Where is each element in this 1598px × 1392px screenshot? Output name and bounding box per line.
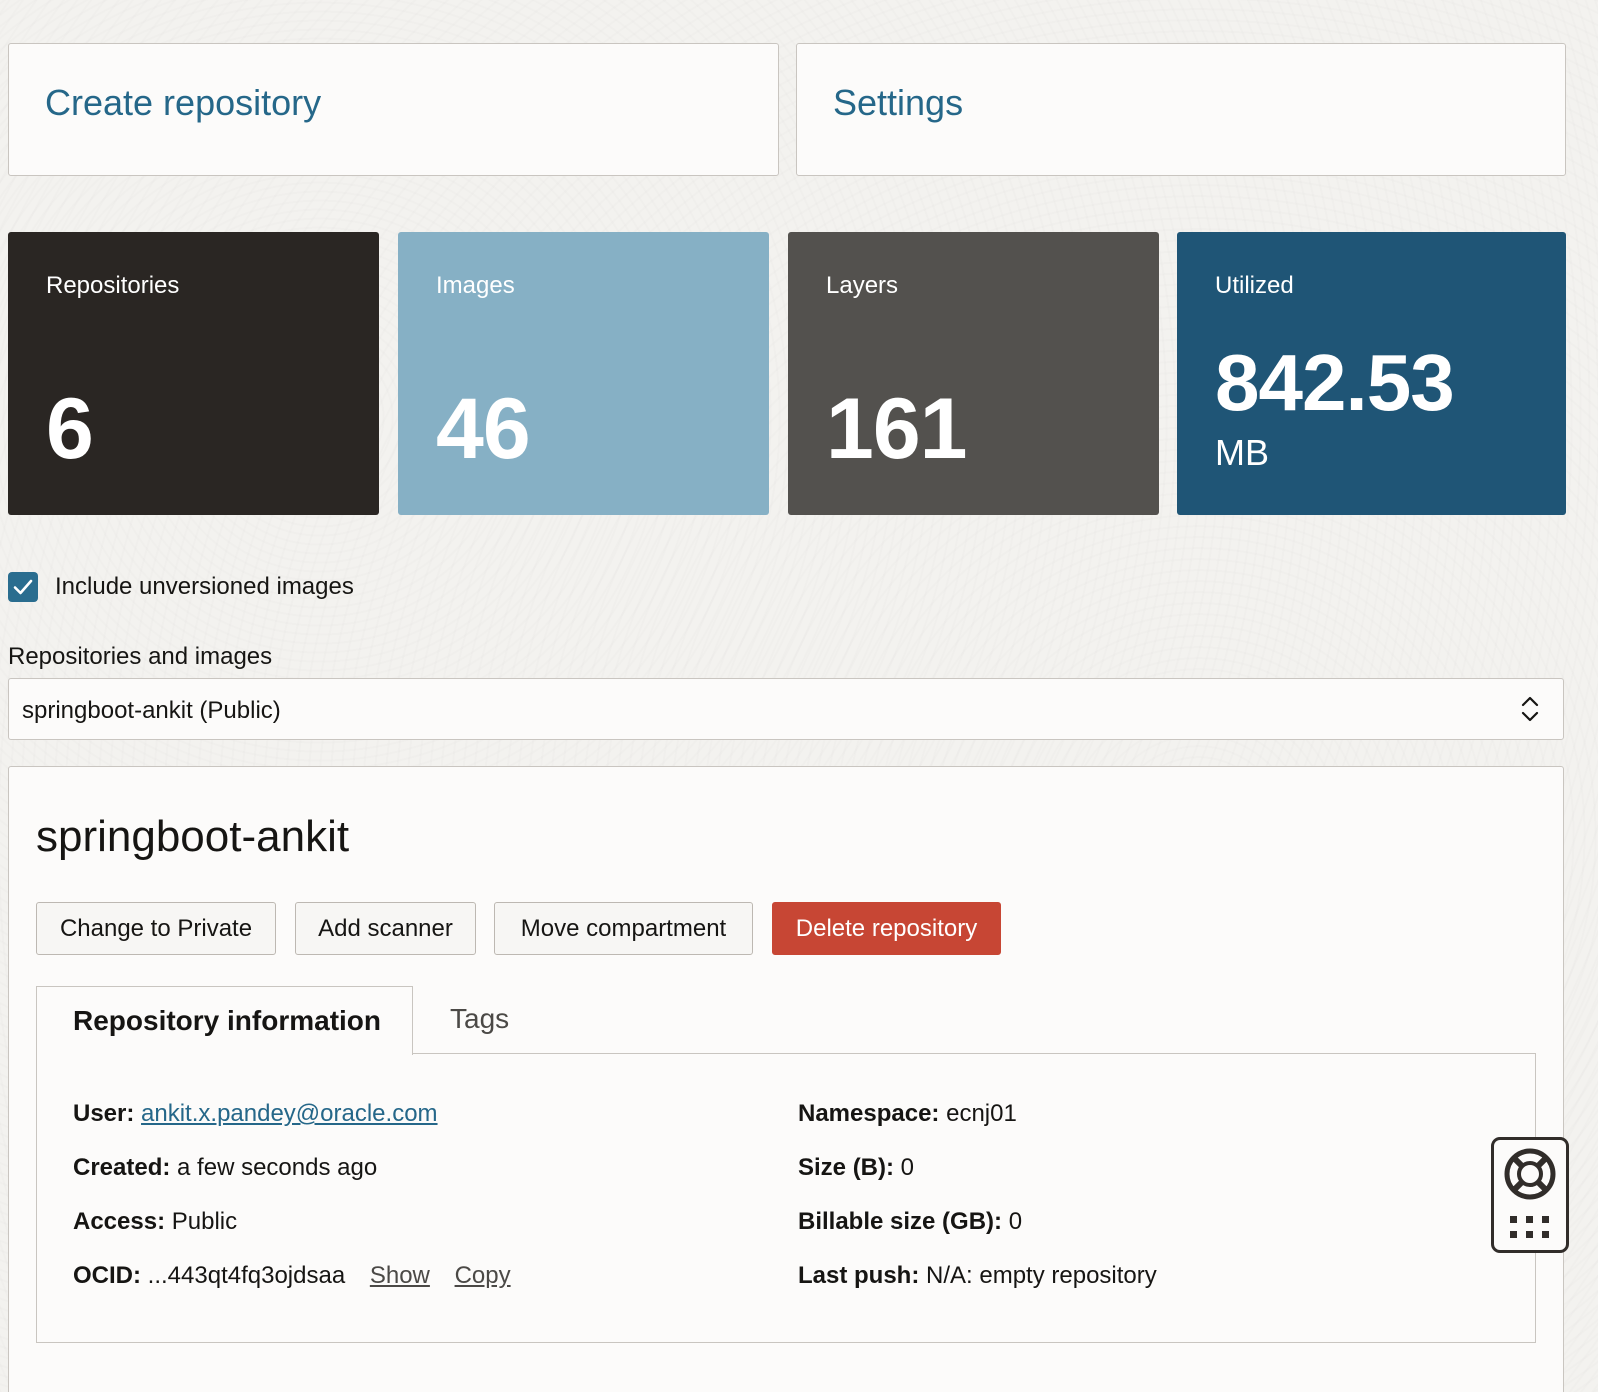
repositories-select-label: Repositories and images — [8, 643, 273, 670]
chevron-up-down-icon — [1519, 693, 1541, 730]
repositories-tile: Repositories 6 — [8, 232, 379, 515]
ocid-row: OCID: ...443qt4fq3ojdsaa Show Copy — [73, 1262, 511, 1290]
tab-repository-information[interactable]: Repository information — [36, 986, 413, 1055]
namespace-label: Namespace: — [798, 1100, 940, 1127]
user-email-link[interactable]: ankit.x.pandey@oracle.com — [141, 1100, 438, 1127]
create-repository-link[interactable]: Create repository — [45, 82, 321, 124]
create-repository-card[interactable]: Create repository — [8, 43, 779, 176]
repositories-tile-label: Repositories — [46, 272, 180, 299]
ocid-value: ...443qt4fq3ojdsaa — [147, 1262, 346, 1289]
utilized-unit: MB — [1215, 432, 1269, 473]
grid-dots-icon — [1510, 1216, 1549, 1238]
images-count: 46 — [436, 381, 531, 477]
change-to-private-button[interactable]: Change to Private — [36, 902, 276, 955]
repositories-count: 6 — [46, 381, 94, 477]
ocid-copy-link[interactable]: Copy — [455, 1262, 511, 1289]
size-row: Size (B): 0 — [798, 1154, 914, 1182]
utilized-tile: Utilized 842.53 MB — [1177, 232, 1566, 515]
include-unversioned-row: Include unversioned images — [8, 572, 354, 602]
settings-card[interactable]: Settings — [796, 43, 1566, 176]
last-push-row: Last push: N/A: empty repository — [798, 1262, 1157, 1290]
layers-tile: Layers 161 — [788, 232, 1159, 515]
last-push-label: Last push: — [798, 1262, 920, 1289]
move-compartment-button[interactable]: Move compartment — [494, 902, 753, 955]
delete-repository-button[interactable]: Delete repository — [772, 902, 1001, 955]
settings-link[interactable]: Settings — [833, 82, 963, 124]
user-label: User: — [73, 1100, 135, 1127]
access-value: Public — [171, 1208, 238, 1235]
repository-details-panel: springboot-ankit Change to Private Add s… — [8, 766, 1564, 1392]
billable-size-label: Billable size (GB): — [798, 1208, 1003, 1235]
namespace-row: Namespace: ecnj01 — [798, 1100, 1017, 1128]
utilized-tile-label: Utilized — [1215, 272, 1294, 299]
checkmark-icon — [13, 579, 33, 595]
size-value: 0 — [900, 1154, 915, 1181]
created-value: a few seconds ago — [177, 1154, 378, 1181]
repository-title: springboot-ankit — [36, 812, 350, 861]
ocid-label: OCID: — [73, 1262, 141, 1289]
include-unversioned-label: Include unversioned images — [55, 573, 354, 600]
lifebuoy-icon — [1504, 1148, 1556, 1200]
repositories-select-value: springboot-ankit (Public) — [22, 697, 281, 724]
tab-tags[interactable]: Tags — [450, 1003, 509, 1035]
access-row: Access: Public — [73, 1208, 237, 1236]
created-label: Created: — [73, 1154, 171, 1181]
namespace-value: ecnj01 — [946, 1100, 1017, 1127]
billable-size-value: 0 — [1008, 1208, 1023, 1235]
size-label: Size (B): — [798, 1154, 894, 1181]
billable-size-row: Billable size (GB): 0 — [798, 1208, 1022, 1236]
utilized-value: 842.53 — [1215, 338, 1455, 427]
layers-count: 161 — [826, 381, 967, 477]
user-row: User: ankit.x.pandey@oracle.com — [73, 1100, 438, 1128]
access-label: Access: — [73, 1208, 166, 1235]
container-registry-page: Create repository Settings Repositories … — [0, 0, 1598, 1392]
layers-tile-label: Layers — [826, 272, 899, 299]
repository-info-body: User: ankit.x.pandey@oracle.com Created:… — [36, 1053, 1536, 1343]
last-push-value: N/A: empty repository — [926, 1262, 1157, 1289]
repositories-select[interactable]: springboot-ankit (Public) — [8, 678, 1564, 740]
ocid-show-link[interactable]: Show — [370, 1262, 430, 1289]
help-widget[interactable] — [1491, 1137, 1569, 1253]
images-tile: Images 46 — [398, 232, 769, 515]
add-scanner-button[interactable]: Add scanner — [295, 902, 476, 955]
include-unversioned-checkbox[interactable] — [8, 572, 38, 602]
images-tile-label: Images — [436, 272, 515, 299]
created-row: Created: a few seconds ago — [73, 1154, 377, 1182]
